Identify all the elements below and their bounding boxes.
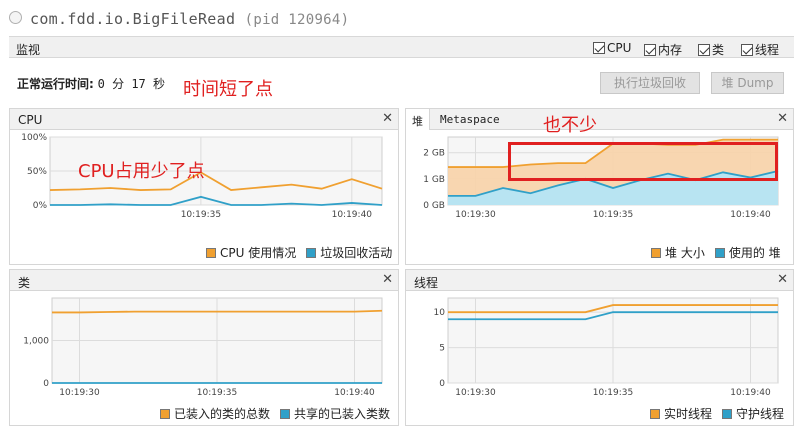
cpu-y-tick-label: 100% — [21, 133, 47, 143]
application-icon — [9, 11, 22, 24]
heap-x-tick-label: 10:19:40 — [730, 210, 771, 220]
checkbox-memory-box[interactable] — [644, 43, 656, 56]
loaded-classes-swatch — [160, 408, 170, 419]
shared-classes-swatch — [280, 408, 291, 419]
classes-legend-shared: 共享的已装入类数 — [294, 407, 391, 421]
daemon-threads-swatch — [722, 408, 733, 419]
cpu-legend-gc: 垃圾回收活动 — [320, 246, 393, 260]
heap-y-tick-label: 2 GB — [423, 149, 445, 159]
threads-legend-daemon: 守护线程 — [736, 407, 785, 421]
heap-legend-used: 使用的 堆 — [728, 246, 781, 260]
title-bar: com.fdd.io.BigFileRead (pid 120964) — [0, 0, 798, 34]
threads-y-tick-label: 10 — [434, 308, 446, 318]
classes-x-tick-label: 10:19:30 — [59, 388, 100, 398]
threads-panel-title: 线程 — [414, 276, 439, 290]
threads-x-tick-label: 10:19:30 — [455, 388, 496, 398]
heap-panel-close-icon[interactable]: ✕ — [777, 111, 788, 126]
cpu-y-tick-label: 50% — [27, 167, 47, 177]
threads-chart: 0 5 10 10:19:30 10:19:35 10:19:40 — [434, 297, 779, 398]
heap-y-tick-label: 0 GB — [423, 201, 445, 211]
uptime: 正常运行时间: 0 分 17 秒 — [17, 75, 165, 92]
heap-size-swatch — [651, 247, 661, 258]
threads-legend: 实时线程 守护线程 — [650, 405, 784, 422]
window-title-text: com.fdd.io.BigFileRead — [30, 10, 236, 28]
threads-panel: 线程 ✕ 0 5 10 10:19:30 10:19:35 10:19:40 实时线程 守… — [405, 269, 794, 426]
window-title: com.fdd.io.BigFileRead (pid 120964) — [30, 10, 349, 28]
checkbox-threads-box[interactable] — [741, 43, 753, 56]
cpu-panel: CPU ✕ 0% 50% 100% 10:19:35 10:19:40 CPU占用少了点… — [9, 108, 399, 265]
cpu-y-tick-label: 0% — [33, 201, 48, 211]
heap-y-tick-label: 1 GB — [423, 175, 445, 185]
classes-panel-header: 类 ✕ — [10, 270, 398, 291]
threads-x-tick-label: 10:19:35 — [593, 388, 633, 398]
cpu-panel-close-icon[interactable]: ✕ — [382, 111, 393, 126]
heap-x-tick-label: 10:19:35 — [593, 210, 633, 220]
uptime-label: 正常运行时间: — [17, 77, 94, 91]
cpu-x-tick-label: 10:19:35 — [181, 210, 221, 220]
checkbox-memory[interactable]: 内存 — [644, 41, 682, 58]
cpu-usage-swatch — [206, 247, 216, 258]
threads-panel-close-icon[interactable]: ✕ — [777, 272, 788, 287]
annotation-cpu: CPU占用少了点 — [78, 161, 205, 182]
classes-x-tick-label: 10:19:40 — [334, 388, 375, 398]
checkbox-threads[interactable]: 线程 — [741, 41, 779, 58]
annotation-time: 时间短了点 — [183, 79, 273, 100]
checkbox-classes-box[interactable] — [698, 43, 710, 56]
uptime-value: 0 分 17 秒 — [97, 77, 165, 91]
heap-dump-button[interactable]: 堆 Dump — [711, 72, 784, 94]
threads-y-tick-label: 0 — [439, 379, 445, 389]
cpu-legend: CPU 使用情况 垃圾回收活动 — [206, 244, 392, 261]
monitor-label: 监视 — [16, 43, 41, 57]
classes-panel: 类 ✕ 0 1,000 10:19:30 10:19:35 10:19:40 已装入的类… — [9, 269, 399, 426]
cpu-legend-usage: CPU 使用情况 — [220, 246, 297, 260]
classes-panel-title: 类 — [18, 276, 31, 290]
annotation-highlight-box — [508, 142, 778, 181]
classes-y-tick-label: 1,000 — [23, 337, 49, 347]
used-heap-swatch — [714, 247, 725, 258]
cpu-panel-title: CPU — [18, 113, 43, 127]
heap-x-tick-label: 10:19:30 — [455, 210, 496, 220]
tab-metaspace[interactable]: Metaspace — [434, 109, 506, 130]
threads-y-tick-label: 5 — [439, 344, 445, 354]
gc-activity-swatch — [306, 247, 317, 258]
heap-panel-header: 堆 Metaspace ✕ — [406, 109, 793, 130]
annotation-heap: 也不少 — [543, 115, 597, 136]
classes-legend: 已装入的类的总数 共享的已装入类数 — [160, 405, 390, 422]
checkbox-cpu[interactable]: CPU — [593, 41, 631, 55]
cpu-panel-header: CPU ✕ — [10, 109, 398, 130]
perform-gc-button[interactable]: 执行垃圾回收 — [600, 72, 700, 94]
checkbox-classes[interactable]: 类 — [698, 41, 724, 58]
threads-panel-header: 线程 ✕ — [406, 270, 793, 291]
heap-legend-size: 堆 大小 — [665, 246, 705, 260]
checkbox-classes-label: 类 — [712, 43, 725, 57]
classes-x-tick-label: 10:19:35 — [197, 388, 237, 398]
cpu-chart: 0% 50% 100% 10:19:35 10:19:40 — [21, 133, 383, 220]
heap-legend: 堆 大小 使用的 堆 — [651, 244, 781, 261]
live-threads-swatch — [650, 408, 660, 419]
checkbox-threads-label: 线程 — [755, 43, 780, 57]
checkbox-cpu-label: CPU — [607, 41, 632, 55]
classes-legend-total: 已装入的类的总数 — [174, 407, 271, 421]
monitor-bar: 监视 CPU 内存 类 线程 — [9, 36, 794, 58]
checkbox-memory-label: 内存 — [658, 43, 683, 57]
checkbox-cpu-box[interactable] — [593, 42, 605, 54]
threads-x-tick-label: 10:19:40 — [730, 388, 771, 398]
threads-legend-live: 实时线程 — [664, 407, 713, 421]
tab-heap[interactable]: 堆 — [406, 109, 430, 130]
window-pid: (pid 120964) — [244, 12, 350, 28]
heap-panel: 堆 Metaspace ✕ 0 GB 1 GB 2 GB 10:19:30 10:19:… — [405, 108, 794, 265]
classes-chart: 0 1,000 10:19:30 10:19:35 10:19:40 — [23, 297, 383, 398]
cpu-x-tick-label: 10:19:40 — [332, 210, 373, 220]
classes-panel-close-icon[interactable]: ✕ — [382, 272, 393, 287]
classes-y-tick-label: 0 — [43, 379, 49, 389]
